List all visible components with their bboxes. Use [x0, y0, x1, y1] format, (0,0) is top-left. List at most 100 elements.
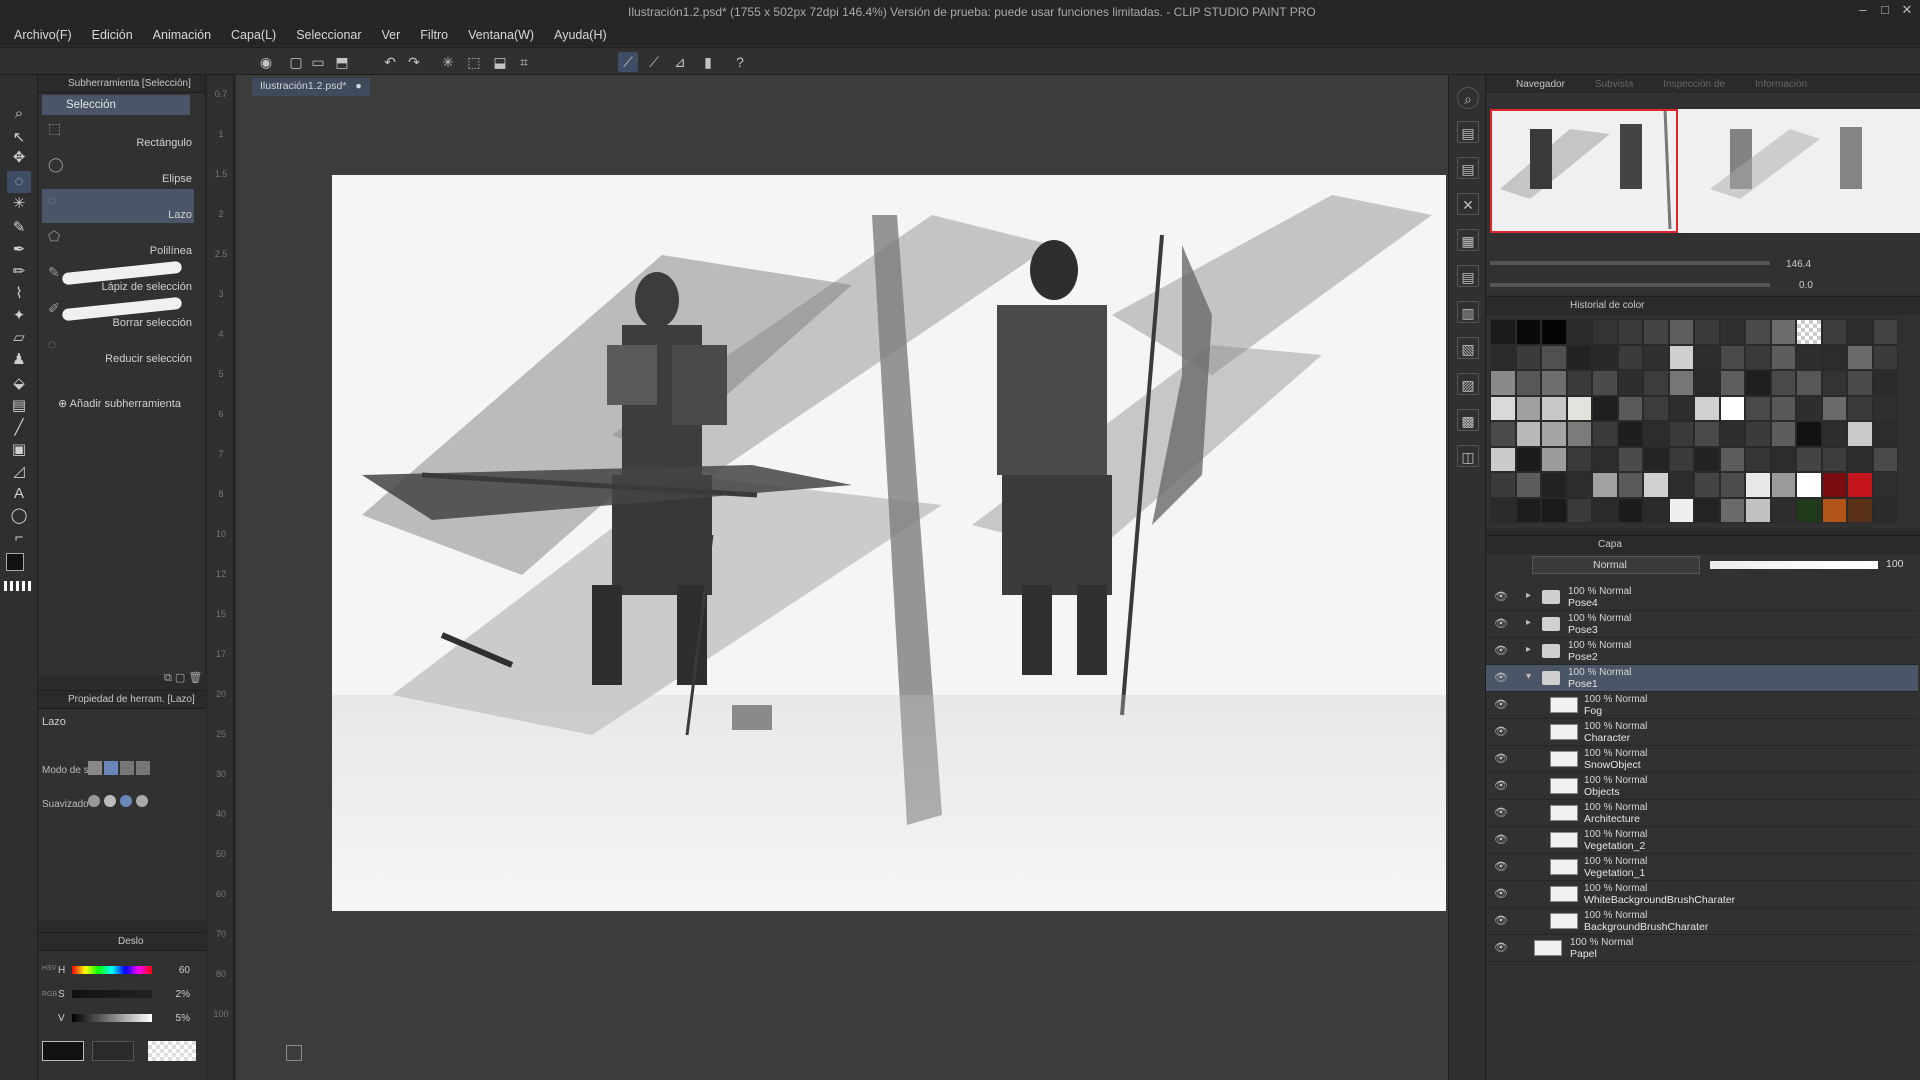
color-swatch[interactable]	[1872, 344, 1898, 370]
color-swatch[interactable]	[1541, 446, 1567, 472]
delete-subtool-icon[interactable]: 🗑	[188, 672, 202, 684]
color-swatch[interactable]	[1617, 395, 1643, 421]
color-swatch[interactable]	[1490, 319, 1516, 345]
brush-size-label[interactable]: 80	[208, 969, 234, 979]
main-color-box[interactable]	[42, 1041, 84, 1061]
help-icon[interactable]: ?	[730, 52, 750, 72]
color-swatch[interactable]	[1515, 370, 1541, 396]
gradient-icon[interactable]: ▤	[7, 395, 31, 417]
color-swatch[interactable]	[1847, 319, 1873, 345]
text-tool-icon[interactable]: A	[7, 483, 31, 505]
visibility-eye-icon[interactable]: 👁	[1494, 941, 1508, 954]
color-swatch[interactable]	[1694, 421, 1720, 447]
color-swatch[interactable]	[1872, 421, 1898, 447]
fill-tool-icon[interactable]: ⬙	[7, 373, 31, 395]
color-swatch[interactable]	[1490, 446, 1516, 472]
color-swatch[interactable]	[1566, 395, 1592, 421]
rotation-slider[interactable]	[1490, 283, 1770, 287]
color-swatch[interactable]	[1490, 497, 1516, 523]
material-6-icon[interactable]: ▥	[1457, 301, 1479, 323]
color-swatch[interactable]	[1515, 319, 1541, 345]
color-swatch[interactable]	[1668, 497, 1694, 523]
zoom-slider[interactable]	[1490, 261, 1770, 265]
layer-row[interactable]: 👁 100 % Normal Vegetation_2	[1486, 827, 1918, 854]
brush-size-label[interactable]: 1	[208, 129, 234, 139]
layer-row[interactable]: 👁 ▸ 100 % Normal Pose3	[1486, 611, 1918, 638]
subtool-lasso[interactable]: ◌ Lazo	[42, 189, 194, 223]
eraser-icon[interactable]: ▱	[7, 327, 31, 349]
visibility-eye-icon[interactable]: 👁	[1494, 590, 1508, 603]
color-swatch[interactable]	[1668, 319, 1694, 345]
color-swatch[interactable]	[1745, 370, 1771, 396]
brush-size-label[interactable]: 5	[208, 369, 234, 379]
color-swatch[interactable]	[1515, 395, 1541, 421]
color-swatch[interactable]	[1668, 472, 1694, 498]
color-swatch[interactable]	[1694, 395, 1720, 421]
visibility-eye-icon[interactable]: 👁	[1494, 698, 1508, 711]
color-swatch[interactable]	[1872, 472, 1898, 498]
color-swatch[interactable]	[1541, 395, 1567, 421]
color-swatch[interactable]	[1796, 472, 1822, 498]
saturation-value[interactable]: 2%	[160, 989, 190, 1000]
color-swatch[interactable]	[1541, 344, 1567, 370]
brush-size-label[interactable]: 2	[208, 209, 234, 219]
value-slider[interactable]: V 5%	[58, 1011, 190, 1025]
color-swatch[interactable]	[1617, 344, 1643, 370]
color-swatch[interactable]	[1847, 344, 1873, 370]
clear-icon[interactable]: ✳	[438, 52, 458, 72]
airbrush-icon[interactable]: ✦	[7, 305, 31, 327]
menu-filtro[interactable]: Filtro	[410, 24, 458, 46]
tab-subview[interactable]: Subvista	[1595, 79, 1633, 90]
color-swatch[interactable]	[1592, 421, 1618, 447]
blend-tool-icon[interactable]: ♟	[7, 349, 31, 371]
color-swatch[interactable]	[1643, 472, 1669, 498]
color-swatch[interactable]	[1490, 472, 1516, 498]
color-mode-rgb[interactable]: RGB	[42, 991, 57, 999]
new-file-icon[interactable]: ▢	[286, 52, 306, 72]
color-swatch[interactable]	[1668, 344, 1694, 370]
subtool-group-selection[interactable]: Selección	[42, 95, 190, 115]
layer-row[interactable]: 👁 100 % Normal Character	[1486, 719, 1918, 746]
color-swatch[interactable]	[1847, 370, 1873, 396]
color-swatch[interactable]	[1745, 446, 1771, 472]
subtool-erase-selection[interactable]: ✐ Borrar selección	[42, 296, 194, 331]
color-swatch[interactable]	[1515, 344, 1541, 370]
color-swatch[interactable]	[1668, 446, 1694, 472]
color-swatch[interactable]	[1490, 421, 1516, 447]
pencil-tool-icon[interactable]: ✏	[7, 261, 31, 283]
material-3-icon[interactable]: ✕	[1457, 193, 1479, 215]
brush-size-label[interactable]: 25	[208, 729, 234, 739]
color-swatch[interactable]	[1566, 497, 1592, 523]
color-swatch[interactable]	[1592, 370, 1618, 396]
color-swatch[interactable]	[1745, 421, 1771, 447]
color-swatch[interactable]	[1541, 421, 1567, 447]
folder-expand-icon[interactable]: ▸	[1526, 590, 1531, 601]
subtool-ellipse[interactable]: ◯ Elipse	[42, 153, 194, 187]
color-swatch[interactable]	[1668, 370, 1694, 396]
color-swatch[interactable]	[1872, 319, 1898, 345]
folder-expand-icon[interactable]: ▸	[1526, 644, 1531, 655]
color-swatch[interactable]	[1847, 395, 1873, 421]
color-swatch[interactable]	[1770, 472, 1796, 498]
color-swatch[interactable]	[1592, 395, 1618, 421]
brush-size-label[interactable]: 100	[208, 1009, 234, 1019]
brush-size-label[interactable]: 0.7	[208, 89, 234, 99]
visibility-eye-icon[interactable]: 👁	[1494, 833, 1508, 846]
color-swatch[interactable]	[1592, 472, 1618, 498]
color-swatch[interactable]	[1770, 446, 1796, 472]
saturation-slider[interactable]: S 2%	[58, 987, 190, 1001]
color-swatch[interactable]	[1617, 497, 1643, 523]
subtool-selection-pen[interactable]: ✎ Lápiz de selección	[42, 260, 194, 295]
color-swatch[interactable]	[1719, 395, 1745, 421]
navigator-view-frame[interactable]	[1490, 109, 1678, 233]
color-swatch[interactable]	[1847, 497, 1873, 523]
color-swatch[interactable]	[1541, 472, 1567, 498]
color-mode-hsv[interactable]: HSV	[42, 965, 56, 973]
visibility-eye-icon[interactable]: 👁	[1494, 779, 1508, 792]
color-swatch[interactable]	[1566, 446, 1592, 472]
snap-special-icon[interactable]: ⟋	[644, 52, 664, 72]
layer-row[interactable]: 👁 100 % Normal Objects	[1486, 773, 1918, 800]
snap-grid-icon[interactable]: ⊿	[670, 52, 690, 72]
color-swatch[interactable]	[1872, 395, 1898, 421]
color-swatch[interactable]	[1515, 446, 1541, 472]
